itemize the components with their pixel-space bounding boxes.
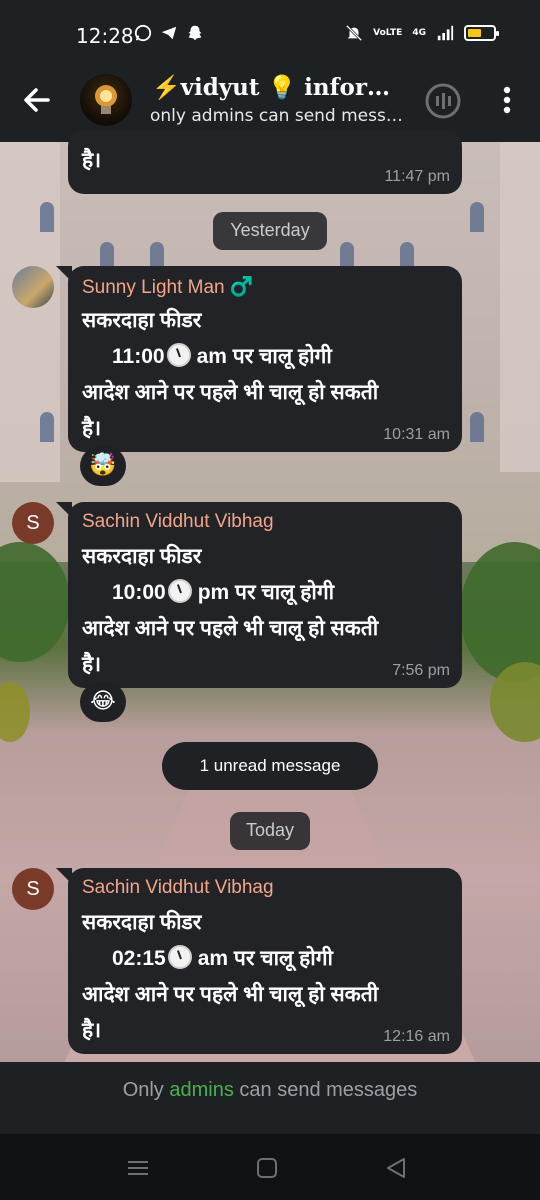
whatsapp-icon bbox=[134, 24, 152, 42]
message-text: सकरदाहा फीडर bbox=[82, 545, 202, 568]
avatar[interactable]: S bbox=[12, 502, 54, 544]
battery-icon bbox=[464, 25, 499, 41]
bulb-icon bbox=[95, 85, 117, 114]
message-text: है। bbox=[82, 1019, 102, 1042]
group-subtitle[interactable]: only admins can send messa... bbox=[150, 106, 412, 126]
battery-level bbox=[468, 29, 482, 37]
message-time-value: 10:00 bbox=[112, 581, 166, 604]
back-arrow-icon[interactable] bbox=[18, 80, 58, 120]
message-time-value: 11:00 bbox=[112, 345, 165, 368]
message-text: आदेश आने पर पहले भी चालू हो सकती bbox=[82, 983, 379, 1006]
message-time-value: 02:15 bbox=[112, 947, 166, 970]
message-text-suffix: am पर चालू होगी bbox=[196, 345, 332, 368]
back-triangle-icon[interactable] bbox=[382, 1154, 410, 1182]
voice-chat-icon[interactable] bbox=[424, 82, 462, 120]
group-avatar[interactable] bbox=[80, 74, 132, 126]
date-separator: Today bbox=[230, 812, 310, 850]
message-text: आदेश आने पर पहले भी चालू हो सकती bbox=[82, 617, 379, 640]
notification-icons bbox=[134, 24, 204, 42]
message-time: 7:56 pm bbox=[392, 662, 450, 679]
message-bubble[interactable]: Sachin Viddhut Vibhag सकरदाहा फीडर 02:15… bbox=[68, 868, 462, 1054]
clock-icon bbox=[166, 343, 191, 367]
telegram-icon bbox=[161, 26, 177, 40]
message-text: है। bbox=[82, 653, 102, 676]
volte-icon: VoLTE bbox=[373, 27, 403, 38]
avatar[interactable] bbox=[12, 266, 54, 308]
message-text: सकरदाहा फीडर bbox=[82, 309, 202, 332]
status-time: 12:28 bbox=[76, 24, 134, 48]
admins-only-notice: Only admins can send messages bbox=[0, 1062, 540, 1134]
mute-icon bbox=[345, 24, 363, 42]
more-options-icon[interactable] bbox=[494, 80, 520, 120]
sender-name[interactable]: Sunny Light Man ♂️ bbox=[82, 275, 254, 299]
4g-signal-icon: 4G bbox=[412, 27, 426, 38]
sender-name[interactable]: Sachin Viddhut Vibhag bbox=[82, 511, 274, 533]
message-text: है। bbox=[82, 149, 102, 172]
message-time: 11:47 pm bbox=[384, 168, 450, 185]
message-text: है। bbox=[82, 417, 102, 440]
message-bubble[interactable]: Sachin Viddhut Vibhag सकरदाहा फीडर 10:00… bbox=[68, 502, 462, 688]
notice-prefix: Only bbox=[122, 1079, 170, 1101]
status-bar: 12:28 VoLTE 4G bbox=[0, 0, 540, 68]
home-icon[interactable] bbox=[253, 1154, 281, 1182]
reaction-badge[interactable]: 🤯 bbox=[80, 446, 126, 486]
recents-icon[interactable] bbox=[124, 1154, 152, 1182]
notice-admins-link[interactable]: admins bbox=[169, 1079, 233, 1101]
notice-suffix: can send messages bbox=[233, 1079, 418, 1101]
clock-icon bbox=[167, 945, 192, 969]
date-separator: Yesterday bbox=[213, 212, 327, 250]
message-text-suffix: pm पर चालू होगी bbox=[197, 581, 335, 604]
sender-name[interactable]: Sachin Viddhut Vibhag bbox=[82, 877, 274, 899]
message-time: 10:31 am bbox=[383, 426, 450, 443]
message-text: 10:00 pm पर चालू होगी bbox=[112, 578, 334, 606]
message-time: 12:16 am bbox=[383, 1028, 450, 1045]
message-text: आदेश आने पर पहले भी चालू हो सकती bbox=[82, 381, 379, 404]
message-bubble[interactable]: है। 11:47 pm bbox=[68, 130, 462, 194]
avatar[interactable]: S bbox=[12, 868, 54, 910]
unread-separator: 1 unread message bbox=[162, 742, 378, 790]
system-icons: VoLTE 4G bbox=[345, 24, 499, 42]
message-text-suffix: am पर चालू होगी bbox=[197, 947, 333, 970]
system-nav-bar bbox=[0, 1134, 540, 1200]
reaction-badge[interactable]: 😂 bbox=[80, 682, 126, 722]
group-title[interactable]: ⚡vidyut 💡 inform... bbox=[152, 74, 412, 101]
message-text: 02:15 am पर चालू होगी bbox=[112, 944, 333, 972]
signal-bars-icon bbox=[437, 25, 454, 41]
message-text: सकरदाहा फीडर bbox=[82, 911, 202, 934]
message-text: 11:00 am पर चालू होगी bbox=[112, 342, 332, 370]
message-bubble[interactable]: Sunny Light Man ♂️ सकरदाहा फीडर 11:00 am … bbox=[68, 266, 462, 452]
clock-icon bbox=[167, 579, 192, 603]
snapchat-icon bbox=[188, 25, 202, 41]
